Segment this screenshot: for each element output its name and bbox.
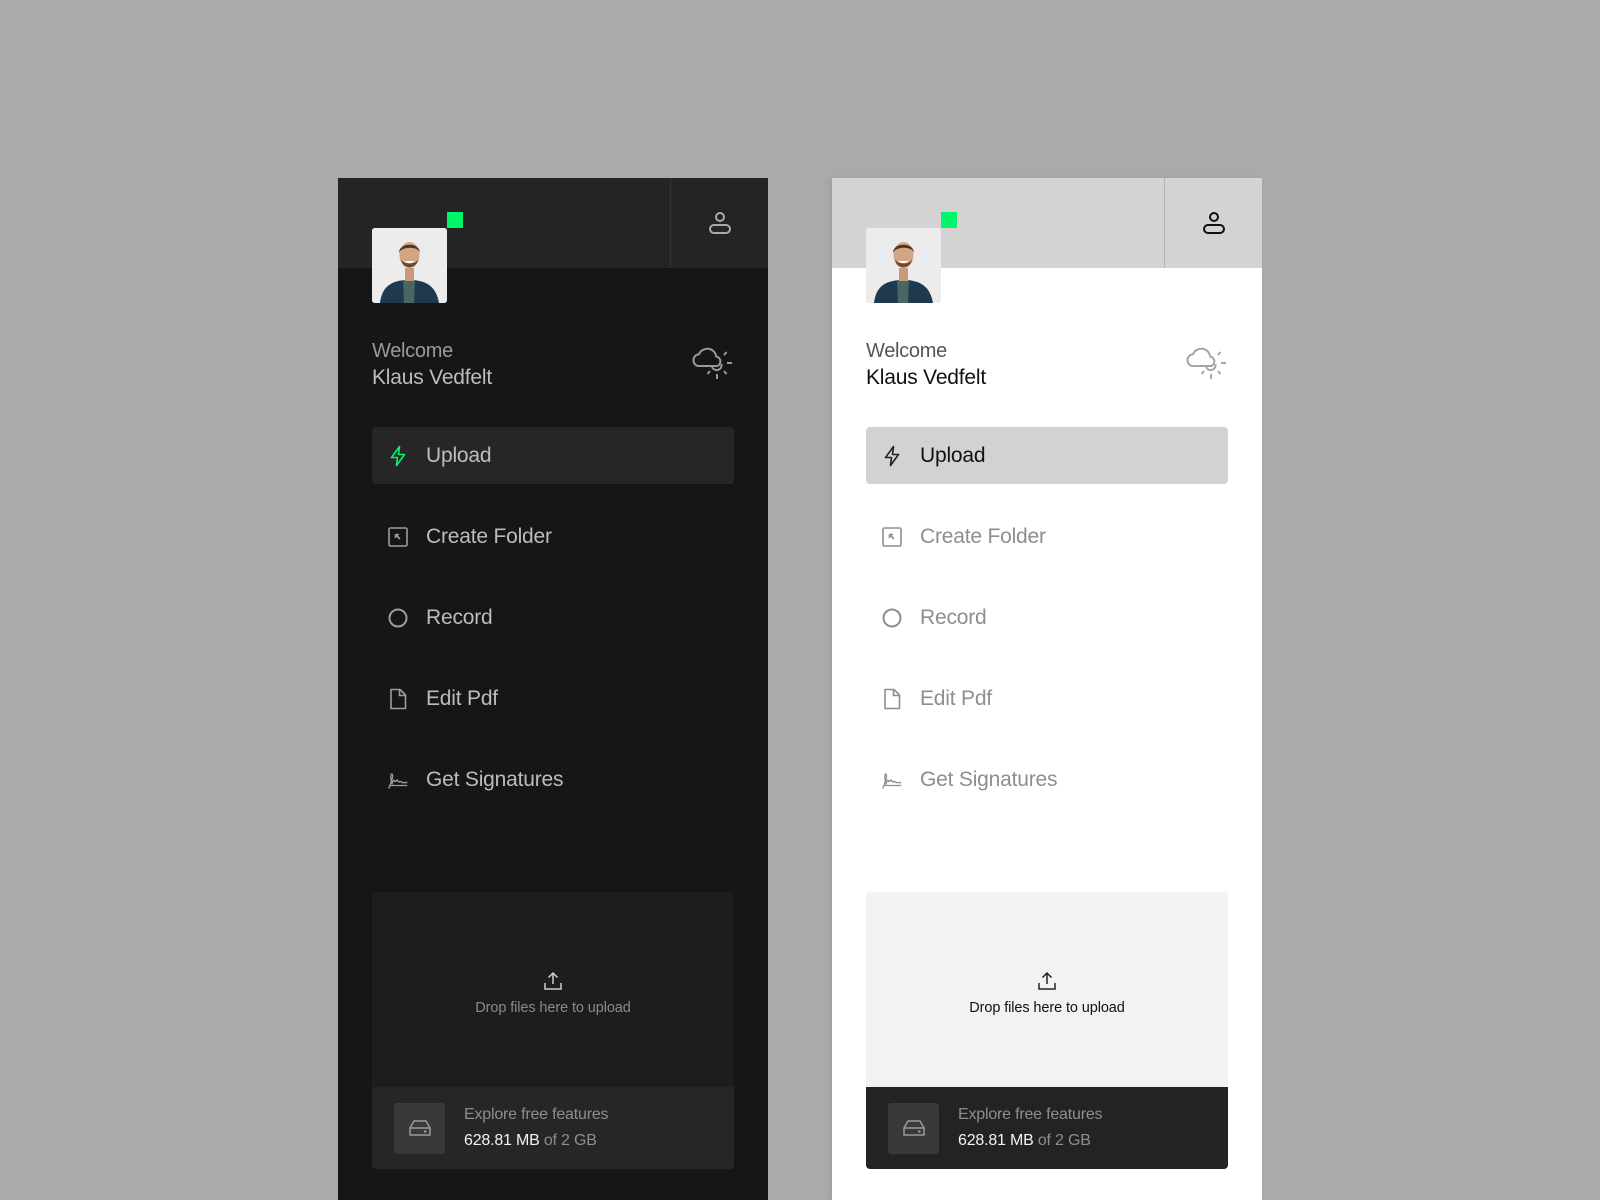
menu-item-create-folder[interactable]: Create Folder <box>372 508 734 565</box>
avatar-photo <box>866 228 941 303</box>
menu-item-create-folder[interactable]: Create Folder <box>866 508 1228 565</box>
action-menu: Upload Create Folder Record Edit Pdf Get… <box>866 427 1228 832</box>
menu-item-label: Get Signatures <box>426 767 564 791</box>
menu-item-label: Get Signatures <box>920 767 1058 791</box>
welcome-label: Welcome <box>866 340 947 362</box>
menu-item-upload[interactable]: Upload <box>372 427 734 484</box>
online-status-indicator <box>447 212 463 228</box>
menu-item-edit-pdf[interactable]: Edit Pdf <box>866 670 1228 727</box>
hard-drive-icon <box>901 1115 927 1141</box>
profile-button[interactable] <box>671 178 768 268</box>
avatar-photo <box>372 228 447 303</box>
avatar[interactable] <box>372 228 447 303</box>
menu-item-label: Upload <box>920 443 986 467</box>
circle-icon <box>387 607 409 629</box>
file-dropzone[interactable]: Drop files here to upload <box>372 892 734 1087</box>
storage-used: 628.81 MB <box>464 1132 540 1149</box>
document-icon <box>881 688 903 710</box>
light-theme-panel: Welcome Klaus Vedfelt Upload Create Fold… <box>832 178 1262 1200</box>
lightning-icon <box>387 445 409 467</box>
hard-drive-icon <box>407 1115 433 1141</box>
storage-used: 628.81 MB <box>958 1132 1034 1149</box>
menu-item-record[interactable]: Record <box>372 589 734 646</box>
storage-text: Explore free features 628.81 MB of 2 GB <box>958 1106 1103 1150</box>
user-name: Klaus Vedfelt <box>372 366 492 389</box>
dropzone-text: Drop files here to upload <box>475 999 631 1016</box>
profile-button[interactable] <box>1165 178 1262 268</box>
menu-item-edit-pdf[interactable]: Edit Pdf <box>372 670 734 727</box>
file-dropzone[interactable]: Drop files here to upload <box>866 892 1228 1087</box>
lightning-icon <box>881 445 903 467</box>
circle-icon <box>881 607 903 629</box>
storage-title: Explore free features <box>464 1106 609 1123</box>
online-status-indicator <box>941 212 957 228</box>
menu-item-upload[interactable]: Upload <box>866 427 1228 484</box>
storage-text: Explore free features 628.81 MB of 2 GB <box>464 1106 609 1150</box>
upload-icon <box>1036 970 1058 992</box>
signature-icon <box>881 769 903 791</box>
partly-cloudy-icon <box>688 340 736 382</box>
action-menu: Upload Create Folder Record Edit Pdf Get… <box>372 427 734 832</box>
storage-icon-box <box>394 1102 445 1154</box>
menu-item-label: Record <box>426 605 493 629</box>
document-icon <box>387 688 409 710</box>
menu-item-label: Edit Pdf <box>426 686 498 710</box>
menu-item-label: Edit Pdf <box>920 686 992 710</box>
partly-cloudy-icon <box>1182 340 1230 382</box>
user-icon <box>705 208 735 238</box>
signature-icon <box>387 769 409 791</box>
storage-total: of 2 GB <box>543 1132 597 1149</box>
storage-info-card[interactable]: Explore free features 628.81 MB of 2 GB <box>866 1087 1228 1169</box>
storage-usage: 628.81 MB of 2 GB <box>958 1132 1102 1150</box>
storage-total: of 2 GB <box>1037 1132 1091 1149</box>
menu-item-label: Create Folder <box>426 524 552 548</box>
user-name: Klaus Vedfelt <box>866 366 986 389</box>
menu-item-label: Create Folder <box>920 524 1046 548</box>
menu-item-label: Record <box>920 605 987 629</box>
storage-icon-box <box>888 1102 939 1154</box>
avatar[interactable] <box>866 228 941 303</box>
storage-info-card[interactable]: Explore free features 628.81 MB of 2 GB <box>372 1087 734 1169</box>
folder-arrow-icon <box>881 526 903 548</box>
welcome-label: Welcome <box>372 340 453 362</box>
menu-item-get-signatures[interactable]: Get Signatures <box>866 751 1228 808</box>
user-icon <box>1199 208 1229 238</box>
storage-usage: 628.81 MB of 2 GB <box>464 1132 608 1150</box>
folder-arrow-icon <box>387 526 409 548</box>
storage-title: Explore free features <box>958 1106 1103 1123</box>
dropzone-text: Drop files here to upload <box>969 999 1125 1016</box>
menu-item-label: Upload <box>426 443 492 467</box>
dark-theme-panel: Welcome Klaus Vedfelt Upload Create Fold… <box>338 178 768 1200</box>
menu-item-get-signatures[interactable]: Get Signatures <box>372 751 734 808</box>
upload-icon <box>542 970 564 992</box>
menu-item-record[interactable]: Record <box>866 589 1228 646</box>
